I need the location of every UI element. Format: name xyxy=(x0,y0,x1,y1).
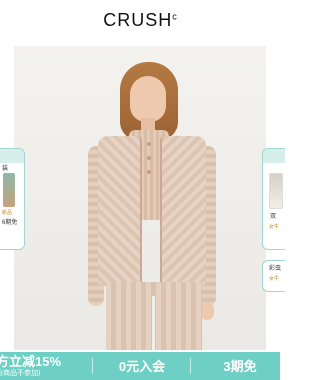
floating-product-card-left[interactable]: 装 新品 6期免 xyxy=(0,148,25,250)
camisole-button xyxy=(147,156,151,160)
model-hand xyxy=(200,302,214,320)
card-text: 6期免 xyxy=(2,220,18,226)
promo-divider xyxy=(190,358,191,374)
promo-bottom-bar: 方立减15% 分商品不参加) 0元入会 3期免 xyxy=(0,352,280,380)
camisole-button xyxy=(147,170,151,174)
brand-logo-superscript: c xyxy=(172,11,177,22)
promo-divider xyxy=(92,358,93,374)
promo-installment[interactable]: 3期免 xyxy=(194,352,286,380)
promo-discount[interactable]: 方立减15% 分商品不参加) xyxy=(0,352,90,380)
camisole-button xyxy=(147,142,151,146)
floating-product-card-right-2[interactable]: 彩虫 女牛 xyxy=(262,260,285,292)
brand-logo-text: CRUSH xyxy=(103,10,173,30)
model-face xyxy=(130,76,166,122)
card-text: 女牛 xyxy=(269,276,280,282)
promo-discount-note: 分商品不参加) xyxy=(0,370,41,377)
floating-product-card-right[interactable]: 双 女牛 xyxy=(262,148,285,250)
hero-product-image[interactable] xyxy=(14,46,266,350)
tweed-jacket-right-panel xyxy=(160,136,206,286)
card-text: 女牛 xyxy=(269,224,280,230)
shorts-leg-split xyxy=(152,296,155,350)
product-thumbnail xyxy=(3,173,15,207)
promo-discount-title: 方立减15% xyxy=(0,354,62,369)
product-thumbnail xyxy=(269,173,283,209)
card-tag xyxy=(263,149,285,163)
card-text: 新品 xyxy=(2,210,13,216)
promo-installment-title: 3期免 xyxy=(223,358,257,374)
promo-membership-title: 0元入会 xyxy=(118,358,166,374)
card-text: 彩虫 xyxy=(269,266,282,272)
tweed-jacket-left-panel xyxy=(98,136,142,286)
promo-membership[interactable]: 0元入会 xyxy=(96,352,188,380)
card-tag xyxy=(0,149,24,163)
brand-logo[interactable]: CRUSHc xyxy=(0,10,280,31)
card-text: 双 xyxy=(270,214,277,220)
